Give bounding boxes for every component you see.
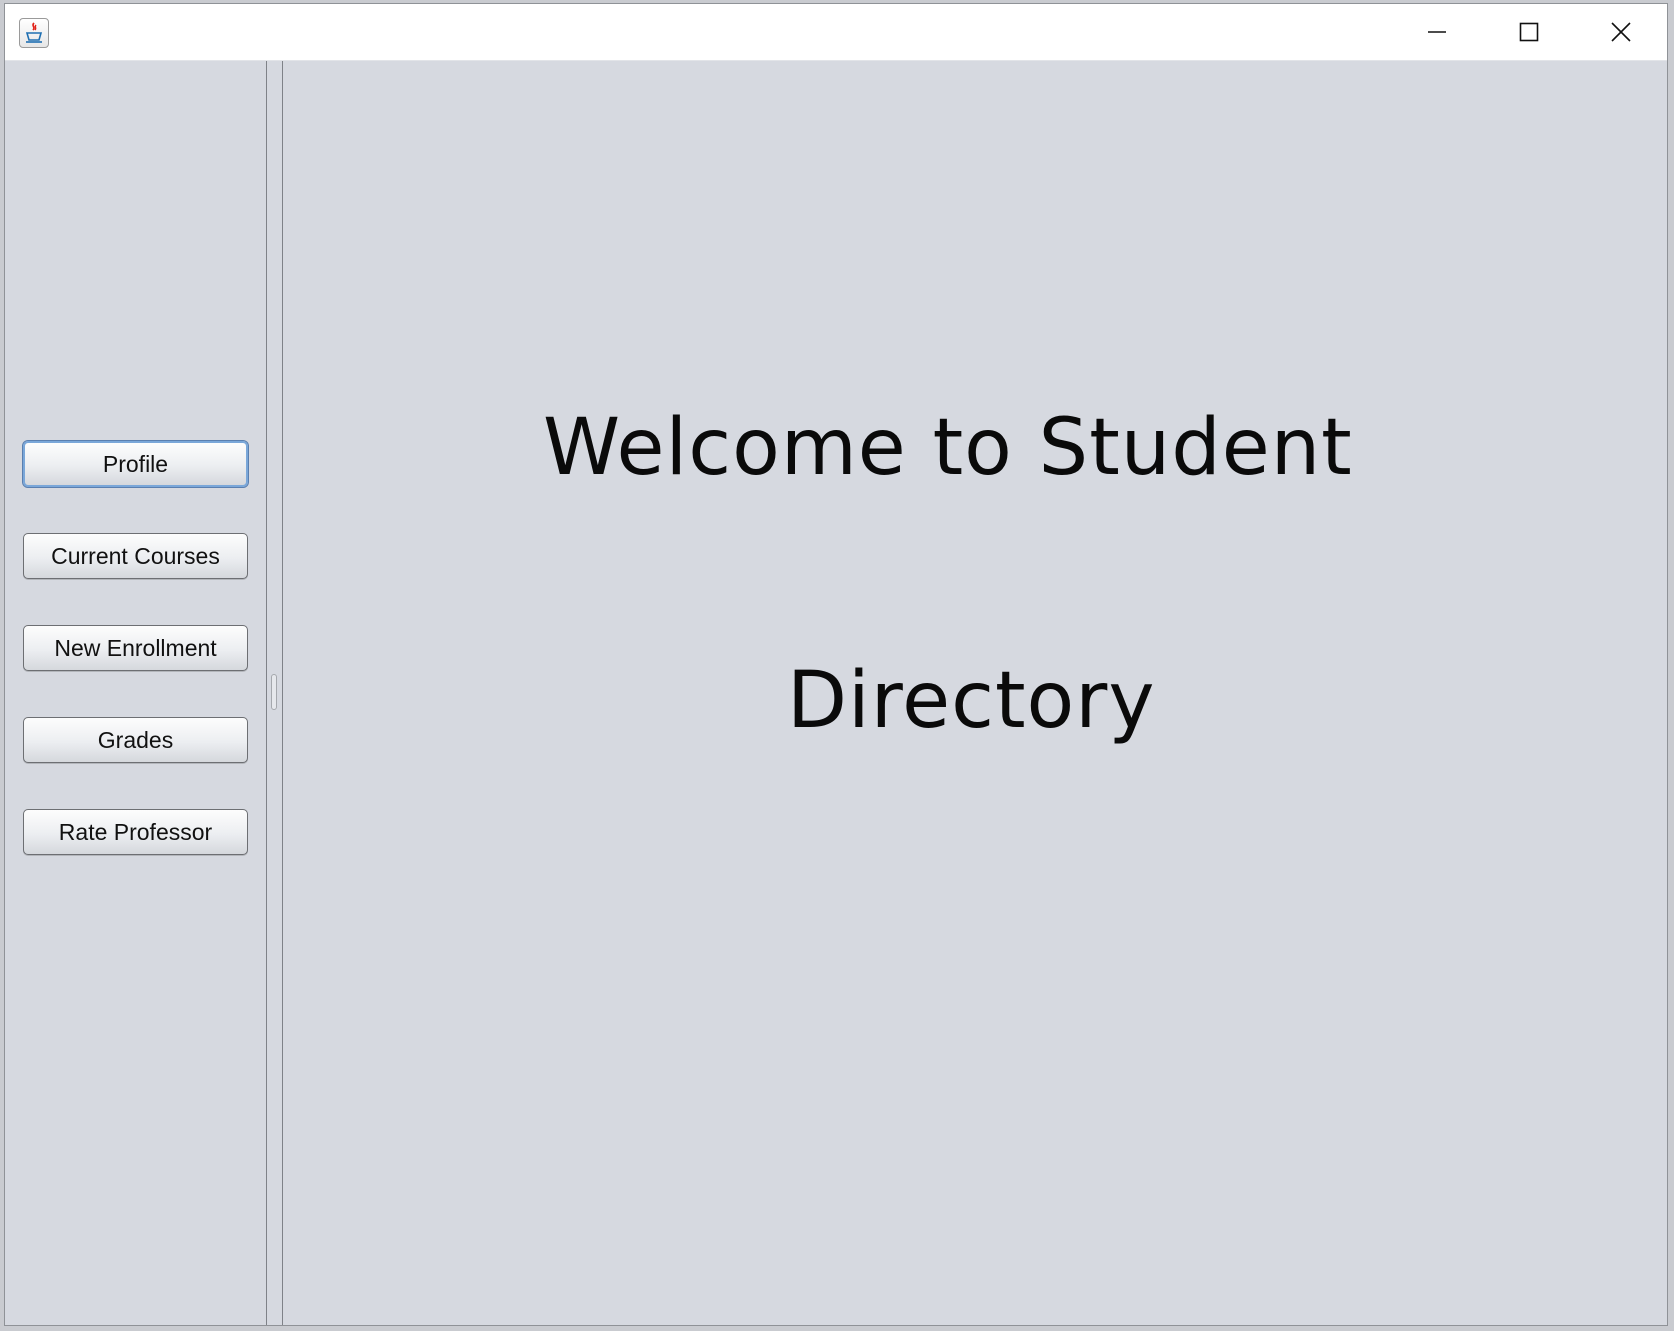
new-enrollment-button[interactable]: New Enrollment: [23, 625, 248, 671]
maximize-icon: [1519, 22, 1539, 42]
grades-button[interactable]: Grades: [23, 717, 248, 763]
close-button[interactable]: [1575, 4, 1667, 60]
split-pane-divider[interactable]: [266, 61, 283, 1325]
divider-grip-handle[interactable]: [271, 674, 277, 710]
close-icon: [1611, 22, 1631, 42]
maximize-button[interactable]: [1483, 4, 1575, 60]
current-courses-button[interactable]: Current Courses: [23, 533, 248, 579]
profile-button[interactable]: Profile: [23, 441, 248, 487]
main-panel: Welcome to Student Directory: [283, 61, 1667, 1325]
java-cup-icon[interactable]: [19, 18, 49, 48]
title-bar[interactable]: [5, 4, 1667, 61]
minimize-button[interactable]: [1391, 4, 1483, 60]
split-pane: Profile Current Courses New Enrollment G…: [5, 61, 1667, 1325]
app-window: Profile Current Courses New Enrollment G…: [4, 3, 1668, 1326]
sidebar: Profile Current Courses New Enrollment G…: [5, 61, 266, 1325]
welcome-heading-line1: Welcome to Student: [543, 403, 1353, 493]
minimize-icon: [1428, 31, 1446, 33]
welcome-heading-line2: Directory: [787, 656, 1156, 746]
rate-professor-button[interactable]: Rate Professor: [23, 809, 248, 855]
